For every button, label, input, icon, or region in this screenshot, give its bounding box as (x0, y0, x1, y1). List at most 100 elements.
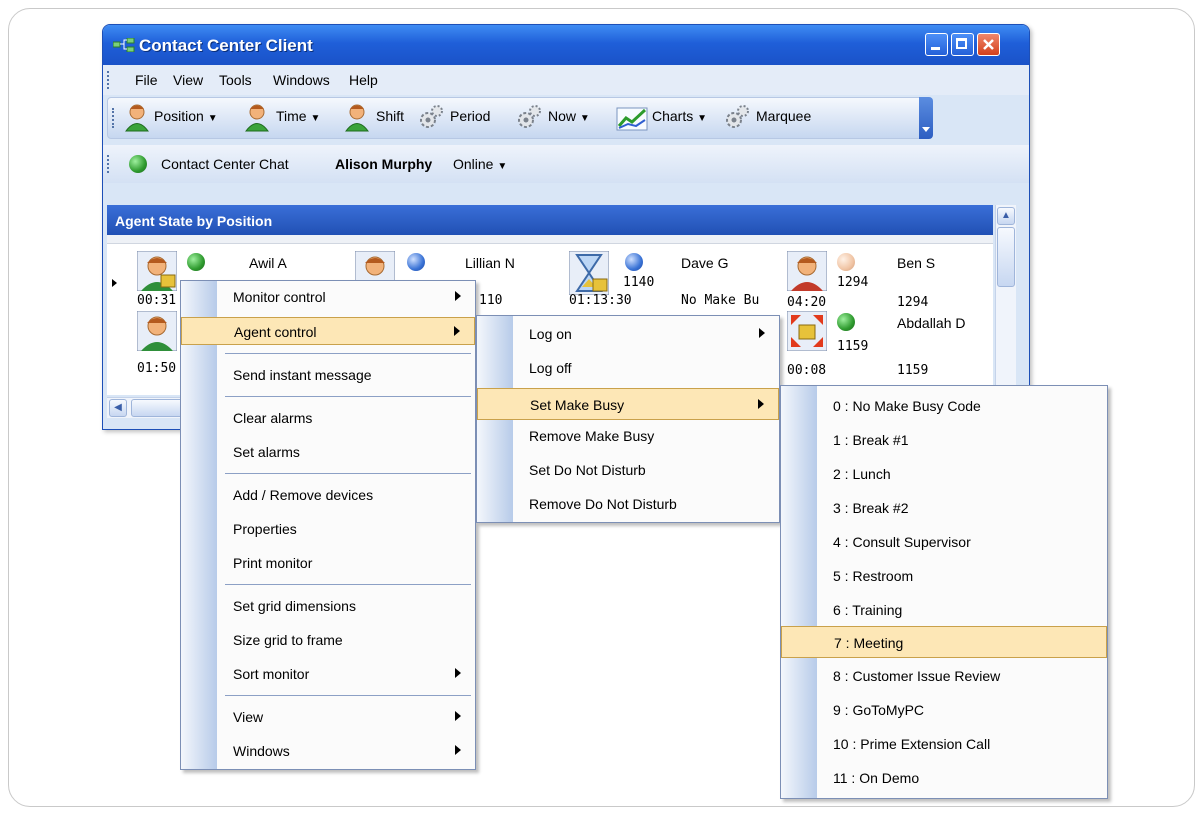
menu-item-make-busy-code[interactable]: 4 : Consult Supervisor (781, 528, 1107, 556)
chatbar-grip[interactable] (107, 155, 111, 173)
row-pointer-icon (112, 279, 117, 287)
menu-item-label: View (233, 709, 264, 725)
minimize-button[interactable] (925, 33, 948, 56)
chevron-right-icon (454, 326, 460, 336)
shift-button[interactable]: Shift (376, 108, 404, 124)
menu-item-set-make-busy[interactable]: Set Make Busy (477, 388, 779, 420)
chevron-down-icon: ▼ (310, 113, 321, 124)
marquee-button[interactable]: Marquee (756, 108, 811, 124)
chevron-right-icon (758, 399, 764, 409)
menu-item-label: Set Make Busy (530, 397, 625, 413)
menu-item-windows[interactable]: Windows (181, 737, 475, 765)
agent-icon (345, 104, 369, 132)
menu-item-add-remove-devices[interactable]: Add / Remove devices (181, 481, 475, 509)
menu-item-print-monitor[interactable]: Print monitor (181, 549, 475, 577)
menu-item-label: Print monitor (233, 555, 313, 571)
chevron-right-icon (759, 328, 765, 338)
scroll-left-button[interactable]: ◀ (109, 399, 127, 417)
panel-title: Agent State by Position (115, 213, 273, 229)
menu-windows[interactable]: Windows (273, 72, 330, 88)
menu-item-properties[interactable]: Properties (181, 515, 475, 543)
agent-extension: 1294 (897, 295, 929, 310)
menu-tools[interactable]: Tools (219, 72, 252, 88)
menu-item-log-on[interactable]: Log on (477, 320, 779, 348)
menu-item-agent-control[interactable]: Agent control (181, 317, 475, 345)
agent-name: Lillian N (465, 255, 515, 271)
chevron-right-icon (455, 745, 461, 755)
line-chart-icon (616, 107, 648, 131)
chat-label: Contact Center Chat (161, 156, 289, 172)
charts-button[interactable]: Charts ▼ (652, 108, 707, 124)
close-button[interactable] (977, 33, 1000, 56)
menu-item-make-busy-code[interactable]: 1 : Break #1 (781, 426, 1107, 454)
toolbar-grip[interactable] (112, 108, 116, 128)
title-bar[interactable]: Contact Center Client (103, 25, 1029, 65)
menu-item-make-busy-code[interactable]: 10 : Prime Extension Call (781, 730, 1107, 758)
agent-headset-icon (137, 311, 177, 351)
vertical-scrollbar[interactable]: ▲ ▼ (995, 205, 1016, 405)
agent-headset-icon (787, 251, 827, 291)
menu-item-make-busy-code-meeting[interactable]: 7 : Meeting (781, 626, 1107, 658)
menu-item-label: 8 : Customer Issue Review (833, 668, 1001, 684)
scroll-up-button[interactable]: ▲ (997, 207, 1015, 225)
menu-item-clear-alarms[interactable]: Clear alarms (181, 404, 475, 432)
menu-item-make-busy-code[interactable]: 5 : Restroom (781, 562, 1107, 590)
menu-item-make-busy-code[interactable]: 0 : No Make Busy Code (781, 392, 1107, 420)
now-button[interactable]: Now ▼ (548, 108, 590, 124)
menu-item-remove-make-busy[interactable]: Remove Make Busy (477, 422, 779, 450)
close-icon (983, 39, 994, 50)
menubar-grip[interactable] (107, 71, 111, 89)
menu-item-make-busy-code[interactable]: 6 : Training (781, 596, 1107, 624)
menu-item-label: Properties (233, 521, 297, 537)
scroll-thumb[interactable] (997, 227, 1015, 287)
menu-item-make-busy-code[interactable]: 8 : Customer Issue Review (781, 662, 1107, 690)
agent-name: Awil A (249, 255, 287, 271)
menu-item-make-busy-code[interactable]: 2 : Lunch (781, 460, 1107, 488)
menu-separator (225, 353, 471, 354)
menu-item-sort-monitor[interactable]: Sort monitor (181, 660, 475, 688)
menu-item-label: Windows (233, 743, 290, 759)
menu-item-label: 7 : Meeting (834, 635, 904, 651)
menu-item-label: Size grid to frame (233, 632, 343, 648)
menu-item-monitor-control[interactable]: Monitor control (181, 283, 475, 311)
offline-status-icon (837, 253, 855, 271)
chat-status-dropdown[interactable]: Online ▼ (453, 156, 507, 172)
menu-item-size-grid-to-frame[interactable]: Size grid to frame (181, 626, 475, 654)
time-button[interactable]: Time ▼ (276, 108, 320, 124)
maximize-button[interactable] (951, 33, 974, 56)
agent-name: Dave G (681, 255, 729, 271)
menu-item-set-do-not-disturb[interactable]: Set Do Not Disturb (477, 456, 779, 484)
agent-timer: 04:20 (787, 295, 827, 310)
menu-item-set-alarms[interactable]: Set alarms (181, 438, 475, 466)
chevron-right-icon (455, 291, 461, 301)
hourglass-icon (569, 251, 609, 295)
menu-item-send-instant-message[interactable]: Send instant message (181, 361, 475, 389)
menu-item-label: Sort monitor (233, 666, 310, 682)
agent-name: Ben S (897, 255, 936, 271)
agent-extension: 1159 (837, 339, 869, 354)
menu-item-label: Remove Make Busy (529, 428, 655, 444)
agent-extension: 1294 (837, 275, 869, 290)
agent-state: No Make Bu (681, 293, 760, 308)
menu-help[interactable]: Help (349, 72, 378, 88)
menu-item-make-busy-code[interactable]: 9 : GoToMyPC (781, 696, 1107, 724)
toolbar-overflow-button[interactable] (919, 97, 933, 139)
menu-item-label: 2 : Lunch (833, 466, 891, 482)
menu-view[interactable]: View (173, 72, 203, 88)
phone-ringing-icon (787, 311, 827, 351)
menu-item-remove-do-not-disturb[interactable]: Remove Do Not Disturb (477, 490, 779, 518)
menu-item-set-grid-dimensions[interactable]: Set grid dimensions (181, 592, 475, 620)
menu-item-make-busy-code[interactable]: 3 : Break #2 (781, 494, 1107, 522)
menu-item-label: 11 : On Demo (833, 770, 920, 786)
agent-icon (125, 104, 149, 132)
menu-item-label: 9 : GoToMyPC (833, 702, 925, 718)
menu-item-make-busy-code[interactable]: 11 : On Demo (781, 764, 1107, 792)
agent-timer: 00:08 (787, 363, 827, 378)
position-button[interactable]: Position ▼ (154, 108, 218, 124)
menu-item-log-off[interactable]: Log off (477, 354, 779, 382)
menu-file[interactable]: File (135, 72, 158, 88)
period-button[interactable]: Period (450, 108, 490, 124)
menu-item-label: Add / Remove devices (233, 487, 374, 503)
menu-item-view[interactable]: View (181, 703, 475, 731)
online-status-icon (129, 155, 147, 173)
